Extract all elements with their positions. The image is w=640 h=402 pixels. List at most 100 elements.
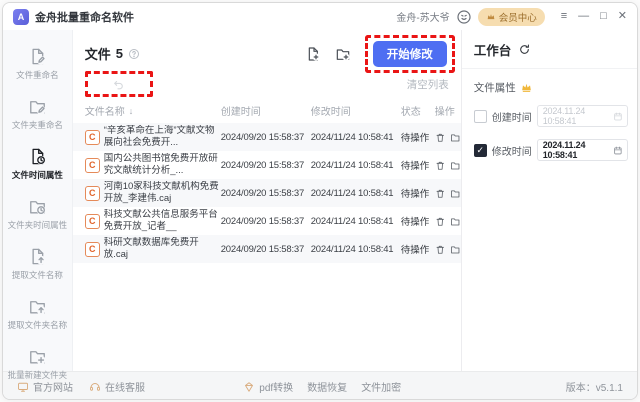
footer-bar: 官方网站 在线客服 pdf转换 数据恢复 文件加密 版本：v5.1.1 xyxy=(3,371,637,400)
created-time: 2024/09/20 15:58:37 xyxy=(221,188,311,199)
status-label: 待操作 xyxy=(401,186,435,200)
open-folder-icon[interactable] xyxy=(450,216,461,227)
created-time: 2024/09/20 15:58:37 xyxy=(221,132,311,143)
file-name: 河南10家科技文献机构免费开放_李建伟.caj xyxy=(104,181,221,206)
headset-icon xyxy=(89,381,101,393)
monitor-icon xyxy=(17,381,29,393)
annotation-box-start: 开始修改 xyxy=(365,35,455,73)
sidebar-item-label: 文件时间属性 xyxy=(12,169,63,181)
clear-list-button[interactable]: 清空列表 xyxy=(407,77,449,92)
minimize-icon[interactable]: — xyxy=(578,11,589,22)
calendar-icon[interactable] xyxy=(613,145,623,156)
menu-icon[interactable]: ≡ xyxy=(561,11,567,22)
open-folder-icon[interactable] xyxy=(450,188,461,199)
refresh-icon[interactable] xyxy=(518,43,531,56)
vip-icon xyxy=(520,81,533,94)
online-service-link[interactable]: 在线客服 xyxy=(89,379,145,394)
workbench-panel: 工作台 文件属性 创建时间 2024.11.24 10:58:41 ✓ 修改时间 xyxy=(461,30,637,371)
created-time-label: 创建时间 xyxy=(492,109,532,124)
column-header-ops: 操作 xyxy=(435,103,461,118)
gem-icon xyxy=(243,381,255,393)
start-modify-button[interactable]: 开始修改 xyxy=(373,41,447,67)
folder-time-icon xyxy=(28,197,47,216)
avatar-icon[interactable] xyxy=(456,9,472,25)
created-time-checkbox[interactable] xyxy=(474,110,487,123)
sidebar-item-folder-time[interactable]: 文件夹时间属性 xyxy=(3,190,72,238)
table-row[interactable]: C 国内公共图书馆免费开放研究文献统计分析_... 2024/09/20 15:… xyxy=(73,151,461,179)
app-window: A 金舟批量重命名软件 金舟-苏大爷 会员中心 ≡ — □ ✕ 文件重命名 xyxy=(2,2,638,400)
modified-time: 2024/11/24 10:58:41 xyxy=(311,244,401,255)
new-folder-icon xyxy=(28,347,47,366)
modified-time: 2024/11/24 10:58:41 xyxy=(311,160,401,171)
trash-icon[interactable] xyxy=(435,160,446,171)
official-website-link[interactable]: 官方网站 xyxy=(17,379,73,394)
member-center-badge[interactable]: 会员中心 xyxy=(478,8,545,26)
trash-icon[interactable] xyxy=(435,132,446,143)
annotation-box-undo xyxy=(85,71,153,97)
add-folder-icon[interactable] xyxy=(335,46,351,62)
column-header-status: 状态 xyxy=(401,103,435,118)
modified-time-input[interactable]: 2024.11.24 10:58:41 xyxy=(537,139,628,161)
undo-icon[interactable] xyxy=(112,78,125,91)
file-name: 科研文献数据库免费开放.caj xyxy=(104,237,221,262)
created-time-input[interactable]: 2024.11.24 10:58:41 xyxy=(537,105,628,127)
open-folder-icon[interactable] xyxy=(450,160,461,171)
help-icon[interactable] xyxy=(128,48,140,60)
modified-time-row: ✓ 修改时间 2024.11.24 10:58:41 xyxy=(462,133,637,167)
table-row[interactable]: C 科技文献公共信息服务平台免费开放_记者__ 2024/09/20 15:58… xyxy=(73,207,461,235)
file-list-panel: 文件 5 开始修改 xyxy=(73,30,461,371)
close-icon[interactable]: ✕ xyxy=(618,11,627,22)
open-folder-icon[interactable] xyxy=(450,244,461,255)
file-props-label: 文件属性 xyxy=(474,80,516,95)
file-name: “辛亥革命在上海”文献文物展向社会免费开... xyxy=(104,125,221,150)
footer-link-pdf[interactable]: pdf转换 xyxy=(243,379,293,394)
sidebar-item-file-rename[interactable]: 文件重命名 xyxy=(3,40,72,88)
sidebar-item-label: 文件重命名 xyxy=(16,69,59,81)
page-title: 文件 xyxy=(85,44,111,63)
trash-icon[interactable] xyxy=(435,244,446,255)
app-title: 金舟批量重命名软件 xyxy=(35,9,134,25)
modified-time: 2024/11/24 10:58:41 xyxy=(311,132,401,143)
created-time-row: 创建时间 2024.11.24 10:58:41 xyxy=(462,99,637,133)
app-logo-icon: A xyxy=(13,9,29,25)
sort-down-icon: ↓ xyxy=(129,106,134,116)
file-type-badge: C xyxy=(85,130,100,145)
sidebar-item-label: 提取文件名称 xyxy=(12,269,63,281)
footer-link-recovery[interactable]: 数据恢复 xyxy=(307,379,347,394)
trash-icon[interactable] xyxy=(435,216,446,227)
title-bar: A 金舟批量重命名软件 金舟-苏大爷 会员中心 ≡ — □ ✕ xyxy=(3,3,637,30)
sidebar-item-extract-file[interactable]: 提取文件名称 xyxy=(3,240,72,288)
created-time: 2024/09/20 15:58:37 xyxy=(221,160,311,171)
modified-time: 2024/11/24 10:58:41 xyxy=(311,188,401,199)
add-file-icon[interactable] xyxy=(305,46,321,62)
table-row[interactable]: C 河南10家科技文献机构免费开放_李建伟.caj 2024/09/20 15:… xyxy=(73,179,461,207)
file-name: 科技文献公共信息服务平台免费开放_记者__ xyxy=(104,209,221,234)
file-type-badge: C xyxy=(85,214,100,229)
column-header-name[interactable]: 文件名称↓ xyxy=(73,103,221,118)
table-row[interactable]: C “辛亥革命在上海”文献文物展向社会免费开... 2024/09/20 15:… xyxy=(73,123,461,151)
sidebar-item-folder-rename[interactable]: 文件夹重命名 xyxy=(3,90,72,138)
footer-link-encrypt[interactable]: 文件加密 xyxy=(361,379,401,394)
sidebar: 文件重命名 文件夹重命名 文件时间属性 xyxy=(3,30,73,371)
sidebar-item-label: 文件夹重命名 xyxy=(12,119,63,131)
calendar-icon[interactable] xyxy=(613,111,623,122)
modified-time-checkbox[interactable]: ✓ xyxy=(474,144,487,157)
username: 金舟-苏大爷 xyxy=(396,9,449,24)
created-time: 2024/09/20 15:58:37 xyxy=(221,216,311,227)
table-row[interactable]: C 科研文献数据库免费开放.caj 2024/09/20 15:58:37 20… xyxy=(73,235,461,263)
file-type-badge: C xyxy=(85,158,100,173)
file-rename-icon xyxy=(28,47,47,66)
open-folder-icon[interactable] xyxy=(450,132,461,143)
member-center-label: 会员中心 xyxy=(499,10,537,24)
status-label: 待操作 xyxy=(401,214,435,228)
file-name: 国内公共图书馆免费开放研究文献统计分析_... xyxy=(104,153,221,178)
status-label: 待操作 xyxy=(401,130,435,144)
maximize-icon[interactable]: □ xyxy=(600,11,607,22)
sidebar-item-extract-folder[interactable]: 提取文件夹名称 xyxy=(3,290,72,338)
sidebar-item-file-time[interactable]: 文件时间属性 xyxy=(3,140,72,188)
trash-icon[interactable] xyxy=(435,188,446,199)
file-type-badge: C xyxy=(85,186,100,201)
modified-time: 2024/11/24 10:58:41 xyxy=(311,216,401,227)
status-label: 待操作 xyxy=(401,242,435,256)
column-header-modified: 修改时间 xyxy=(311,103,401,118)
